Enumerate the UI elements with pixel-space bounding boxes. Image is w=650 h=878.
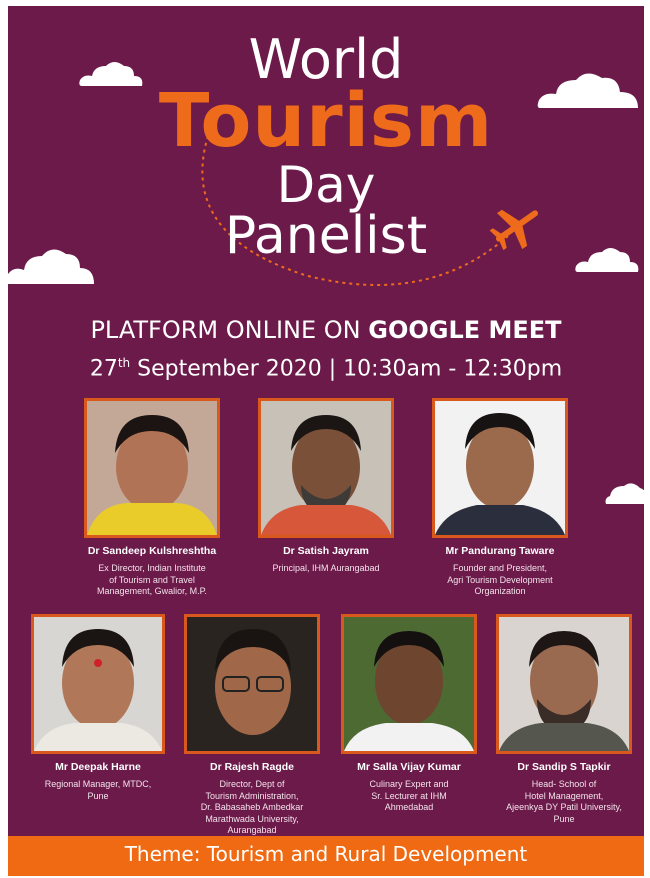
panelist-photo bbox=[432, 398, 568, 538]
title-tourism: Tourism bbox=[158, 78, 494, 164]
panelist-photo bbox=[184, 614, 320, 754]
panelist-card: Dr Rajesh Ragde Director, Dept of Touris… bbox=[176, 614, 328, 837]
panelist-photo bbox=[341, 614, 477, 754]
panelist-card: Dr Satish Jayram Principal, IHM Aurangab… bbox=[244, 398, 408, 575]
panelist-desc: Regional Manager, MTDC, Pune bbox=[44, 779, 152, 801]
panelist-photo bbox=[496, 614, 632, 754]
panelist-photo bbox=[258, 398, 394, 538]
panelist-card: Dr Sandip S Tapkir Head- School of Hotel… bbox=[488, 614, 640, 825]
poster: World Tourism Day Panelist PLATFORM ONLI… bbox=[8, 6, 644, 876]
theme-banner: Theme: Tourism and Rural Development bbox=[8, 836, 644, 876]
panelist-name: Dr Rajesh Ragde bbox=[209, 761, 295, 773]
date-suffix: th bbox=[117, 356, 131, 370]
panelist-card: Dr Sandeep Kulshreshtha Ex Director, Ind… bbox=[70, 398, 234, 598]
platform-prefix: PLATFORM ONLINE ON bbox=[90, 316, 369, 344]
panelist-name: Dr Satish Jayram bbox=[283, 545, 369, 557]
panelist-desc: Head- School of Hotel Management, Ajeenk… bbox=[506, 779, 622, 824]
platform-line: PLATFORM ONLINE ON GOOGLE MEET bbox=[8, 316, 644, 344]
panelist-desc: Ex Director, Indian Institute of Tourism… bbox=[97, 563, 207, 596]
panelist-desc: Director, Dept of Tourism Administration… bbox=[200, 779, 304, 835]
panelist-card: Mr Pandurang Taware Founder and Presiden… bbox=[418, 398, 582, 598]
date-rest: September 2020 | 10:30am - 12:30pm bbox=[130, 356, 563, 382]
panelist-name: Dr Sandip S Tapkir bbox=[517, 761, 611, 773]
cloud-icon bbox=[605, 483, 644, 504]
panelist-desc: Culinary Expert and Sr. Lecturer at IHM … bbox=[369, 779, 449, 812]
panelist-name: Dr Sandeep Kulshreshtha bbox=[87, 545, 217, 557]
panelist-desc: Principal, IHM Aurangabad bbox=[272, 563, 380, 573]
event-date: 27th September 2020 | 10:30am - 12:30pm bbox=[8, 356, 644, 381]
platform-highlight: GOOGLE MEET bbox=[368, 316, 562, 344]
title-panelist: Panelist bbox=[224, 206, 428, 266]
panelist-card: Mr Deepak Harne Regional Manager, MTDC, … bbox=[24, 614, 172, 802]
panelist-card: Mr Salla Vijay Kumar Culinary Expert and… bbox=[334, 614, 484, 814]
panelist-desc: Founder and President, Agri Tourism Deve… bbox=[447, 563, 553, 596]
panelist-name: Mr Pandurang Taware bbox=[445, 545, 555, 557]
date-day: 27 bbox=[89, 356, 118, 382]
panelist-name: Mr Salla Vijay Kumar bbox=[357, 761, 461, 773]
panelist-photo bbox=[84, 398, 220, 538]
panelist-photo bbox=[31, 614, 165, 754]
panelist-name: Mr Deepak Harne bbox=[55, 761, 141, 773]
